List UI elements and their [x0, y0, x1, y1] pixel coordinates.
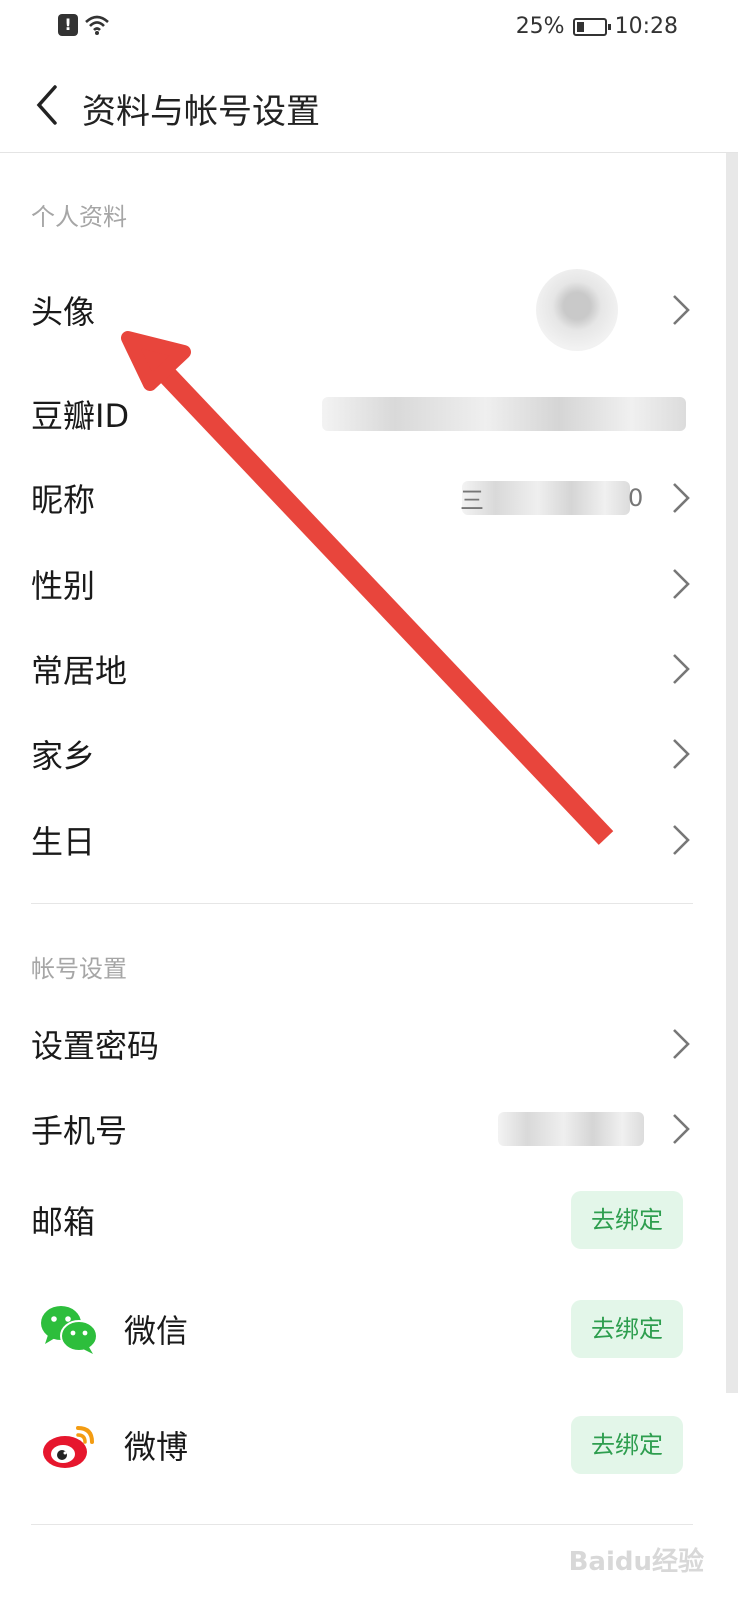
row-avatar[interactable]: 头像: [0, 268, 710, 352]
weibo-icon: [43, 1426, 94, 1468]
section-divider: [31, 903, 693, 904]
row-label: 邮箱: [31, 1203, 96, 1241]
wifi-icon: [85, 15, 109, 35]
bind-email-button[interactable]: 去绑定: [571, 1191, 683, 1249]
back-button[interactable]: [22, 80, 72, 130]
row-label: 性别: [31, 567, 96, 605]
watermark: Baidu经验: [568, 1547, 704, 1577]
chevron-right-icon: [673, 1114, 690, 1144]
row-wechat: 微信 去绑定: [0, 1284, 710, 1374]
battery-icon: [572, 17, 611, 36]
nickname-tail: 0: [628, 484, 644, 512]
chevron-right-icon: [673, 483, 690, 513]
douban-id-value-blurred: [322, 397, 686, 431]
chevron-right-icon: [673, 295, 690, 325]
row-label: 微博: [124, 1428, 189, 1466]
row-label: 豆瓣ID: [31, 397, 130, 435]
row-label: 微信: [124, 1312, 189, 1350]
row-label: 家乡: [31, 737, 96, 775]
row-nickname[interactable]: 昵称 三 0: [0, 458, 710, 538]
row-label: 生日: [31, 823, 96, 861]
row-birthday[interactable]: 生日: [0, 800, 710, 880]
row-weibo: 微博 去绑定: [0, 1400, 710, 1490]
section-title-account: 帐号设置: [31, 955, 127, 983]
row-email: 邮箱 去绑定: [0, 1180, 710, 1260]
chevron-right-icon: [673, 825, 690, 855]
chevron-right-icon: [673, 739, 690, 769]
row-label: 头像: [31, 293, 96, 331]
bind-wechat-button[interactable]: 去绑定: [571, 1300, 683, 1358]
section-title-profile: 个人资料: [31, 203, 127, 231]
chevron-right-icon: [673, 654, 690, 684]
status-bar: ! 25% 10:28: [0, 0, 738, 56]
bind-weibo-button[interactable]: 去绑定: [571, 1416, 683, 1474]
row-label: 常居地: [31, 652, 128, 690]
alert-icon: !: [58, 14, 78, 36]
chevron-right-icon: [673, 1029, 690, 1059]
nav-bar: 资料与帐号设置: [0, 66, 738, 153]
page-title: 资料与帐号设置: [82, 92, 320, 132]
section-divider-bottom: [31, 1524, 693, 1525]
row-label: 设置密码: [31, 1027, 160, 1065]
phone-value-blurred: [498, 1112, 644, 1146]
row-label: 手机号: [31, 1112, 128, 1150]
row-hometown[interactable]: 家乡: [0, 714, 710, 794]
row-gender[interactable]: 性别: [0, 544, 710, 624]
row-phone[interactable]: 手机号: [0, 1089, 710, 1169]
scrollbar[interactable]: [726, 153, 738, 1393]
chevron-right-icon: [673, 569, 690, 599]
wechat-icon: [41, 1306, 98, 1354]
row-set-password[interactable]: 设置密码: [0, 1004, 710, 1084]
chevron-left-icon: [36, 85, 57, 125]
row-label: 昵称: [31, 481, 96, 519]
battery-percent: 25%: [515, 14, 565, 39]
nickname-fragment: 三: [460, 486, 484, 515]
avatar: [536, 269, 618, 351]
row-douban-id[interactable]: 豆瓣ID: [0, 374, 710, 454]
clock: 10:28: [614, 14, 678, 39]
nickname-value-blurred: [462, 481, 630, 515]
row-residence[interactable]: 常居地: [0, 629, 710, 709]
